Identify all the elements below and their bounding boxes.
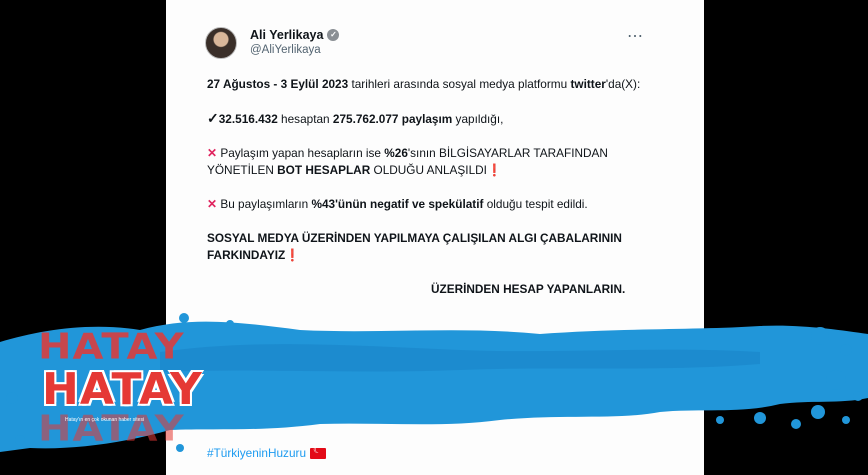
posts-text: yapıldığı, — [452, 112, 504, 126]
exclamation-icon: ❗ — [285, 248, 300, 262]
paint-drop — [754, 412, 766, 424]
intro-paragraph: 27 Ağustos - 3 Eylül 2023 tarihleri aras… — [207, 76, 647, 93]
logo-echo-top: HATAY — [38, 326, 185, 368]
negative-percentage: %43'ünün negatif ve spekülatif — [311, 197, 484, 211]
negative-text-pre: Bu paylaşımların — [217, 197, 312, 211]
hatay-logo: HATAY HATAY HATAY Hatay'ın en çok okunan… — [20, 326, 202, 458]
more-options-icon[interactable]: ⋯ — [627, 26, 644, 46]
date-range: 27 Ağustos - 3 Eylül 2023 — [207, 77, 349, 91]
author-handle[interactable]: @AliYerlikaya — [250, 44, 321, 56]
platform-suffix: 'da(X): — [605, 77, 641, 91]
paint-drop — [791, 419, 801, 429]
author-display-name[interactable]: Ali Yerlikaya — [250, 28, 323, 42]
closing-paragraph: SOSYAL MEDYA ÜZERİNDEN YAPILMAYA ÇALIŞIL… — [207, 230, 647, 264]
partial-text: ÜZERİNDEN HESAP YAPANLARIN. — [431, 282, 626, 296]
logo-tagline: Hatay'ın en çok okunan haber sitesi — [65, 417, 145, 423]
paint-drop — [811, 405, 825, 419]
turkey-flag-icon — [310, 445, 327, 459]
bot-paragraph: ✕ Paylaşım yapan hesapların ise %26'sını… — [207, 145, 647, 179]
paint-drop — [811, 327, 829, 345]
accounts-text: hesaptan — [277, 112, 333, 126]
closing-text: SOSYAL MEDYA ÜZERİNDEN YAPILMAYA ÇALIŞIL… — [207, 231, 622, 262]
paint-drop — [842, 416, 850, 424]
paint-drop — [6, 392, 18, 404]
bot-percentage: %26 — [384, 146, 408, 160]
partial-paragraph: ÜZERİNDEN HESAP YAPANLARIN. — [207, 281, 647, 298]
platform-name: twitter — [570, 77, 606, 91]
account-count: 32.516.432 — [218, 112, 278, 126]
verified-badge-icon: ✓ — [327, 29, 340, 41]
paint-drop — [716, 416, 724, 424]
paint-drop — [826, 370, 846, 390]
hashtag-row: #TürkiyeninHuzuru — [207, 445, 327, 460]
tweet-card: Ali Yerlikaya ✓ @AliYerlikaya ⋯ 27 Ağust… — [166, 0, 704, 475]
logo-echo-bottom: HATAY — [38, 408, 185, 450]
cross-mark-icon: ✕ — [207, 146, 218, 160]
cross-mark-icon: ✕ — [207, 197, 218, 211]
paint-drop — [840, 344, 852, 356]
exclamation-icon: ❗ — [486, 163, 502, 177]
check-mark-icon: ✓ — [207, 110, 219, 126]
tweet-body: 27 Ağustos - 3 Eylül 2023 tarihleri aras… — [207, 76, 647, 298]
bot-text-pre: Paylaşım yapan hesapların ise — [217, 146, 385, 160]
paint-drop — [853, 391, 863, 401]
bot-accounts-label: BOT HESAPLAR — [277, 163, 371, 177]
author-name-row: Ali Yerlikaya ✓ — [250, 28, 340, 42]
post-count: 275.762.077 paylaşım — [332, 112, 453, 126]
hashtag-link[interactable]: #TürkiyeninHuzuru — [207, 446, 306, 460]
avatar[interactable] — [205, 27, 237, 59]
stats-paragraph: ✓32.516.432 hesaptan 275.762.077 paylaşı… — [207, 110, 647, 128]
intro-text: tarihleri arasında sosyal medya platform… — [348, 77, 568, 91]
negative-text-post: olduğu tespit edildi. — [483, 197, 588, 211]
negative-paragraph: ✕ Bu paylaşımların %43'ünün negatif ve s… — [207, 196, 647, 213]
bot-text-post: OLDUĞU ANLAŞILDI — [370, 163, 487, 177]
